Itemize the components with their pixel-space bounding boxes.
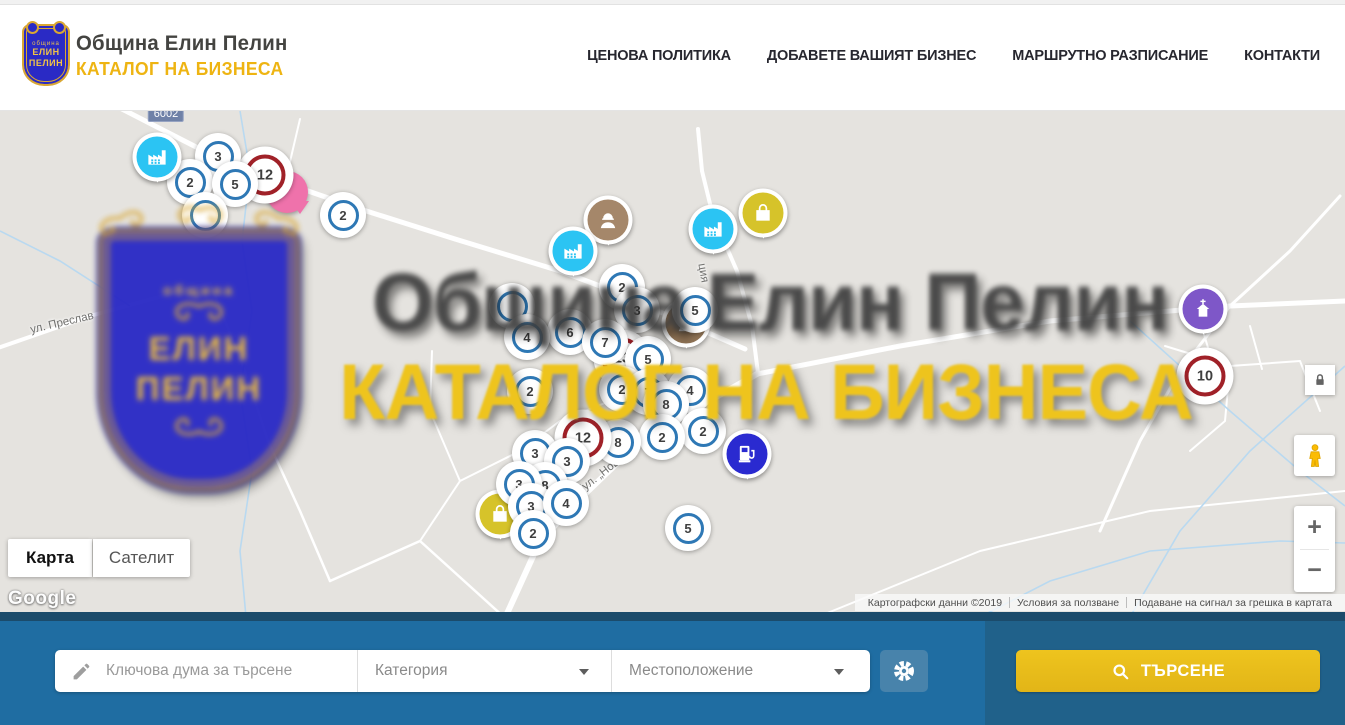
zoom-control: + − — [1294, 506, 1335, 592]
search-icon — [1111, 662, 1130, 681]
church-pin[interactable] — [1179, 285, 1228, 334]
header: община ЕЛИН ПЕЛИН Община Елин Пелин КАТА… — [0, 0, 1345, 111]
chevron-down-icon — [579, 669, 589, 680]
category-value: Категория — [375, 662, 447, 680]
cluster-marker[interactable]: 2 — [320, 192, 366, 238]
zoom-out-button[interactable]: − — [1294, 550, 1335, 593]
pegman-control[interactable] — [1294, 435, 1335, 476]
cluster-marker[interactable]: 2 — [510, 510, 556, 556]
municipality-logo[interactable]: община ЕЛИН ПЕЛИН — [22, 24, 70, 86]
cluster-marker[interactable]: 5 — [665, 505, 711, 551]
cluster-marker[interactable]: 2 — [680, 408, 726, 454]
cluster-marker[interactable]: 4 — [504, 314, 550, 360]
map-type-button[interactable]: Карта — [8, 539, 92, 577]
factory-pin[interactable] — [549, 227, 598, 276]
factory-pin[interactable] — [689, 205, 738, 254]
category-select[interactable]: Категория — [358, 650, 612, 692]
map-attribution: Картографски данни ©2019 Условия за полз… — [855, 594, 1345, 611]
factory-pin[interactable] — [133, 133, 182, 182]
location-value: Местоположение — [629, 662, 753, 680]
location-select[interactable]: Местоположение — [612, 650, 870, 692]
cluster-marker[interactable] — [182, 192, 228, 238]
page: община ЕЛИН ПЕЛИН Община Елин Пелин КАТА… — [0, 0, 1345, 725]
cluster-marker[interactable]: 10 — [1177, 348, 1234, 405]
cluster-marker[interactable]: 2 — [639, 414, 685, 460]
fuel-pin[interactable] — [723, 430, 772, 479]
pencil-icon — [71, 661, 92, 682]
keyword-input[interactable] — [104, 661, 357, 681]
search-bar: Категория Местоположение ТЪРСЕНЕ — [0, 612, 1345, 725]
keyword-section — [55, 650, 358, 692]
logo-name-line1: ЕЛИН — [32, 47, 59, 58]
nav-item-add-business[interactable]: ДОБАВЕТЕ ВАШИЯТ БИЗНЕС — [767, 48, 976, 64]
nav-item-contacts[interactable]: КОНТАКТИ — [1244, 48, 1320, 64]
cluster-marker[interactable]: 7 — [582, 319, 628, 365]
search-button[interactable]: ТЪРСЕНЕ — [1016, 650, 1320, 692]
site-title: Община Елин Пелин — [76, 32, 287, 56]
brand-block: Община Елин Пелин КАТАЛОГ НА БИЗНЕСА — [76, 32, 294, 80]
site-subtitle: КАТАЛОГ НА БИЗНЕСА — [76, 59, 287, 80]
gear-icon — [892, 659, 916, 683]
chevron-down-icon — [834, 669, 844, 680]
search-button-label: ТЪРСЕНЕ — [1141, 662, 1225, 681]
map-canvas[interactable]: 6002ул. Преславциябул. „Новосел 12325223… — [0, 111, 1345, 617]
search-bar-top-strip — [0, 612, 1345, 621]
nav-item-bus-schedule[interactable]: МАРШРУТНО РАЗПИСАНИЕ — [1012, 48, 1208, 64]
cluster-marker[interactable]: 2 — [507, 368, 553, 414]
main-nav: ЦЕНОВА ПОЛИТИКА ДОБАВЕТЕ ВАШИЯТ БИЗНЕС М… — [587, 0, 1320, 111]
nav-item-pricing[interactable]: ЦЕНОВА ПОЛИТИКА — [587, 48, 731, 64]
zoom-in-button[interactable]: + — [1294, 506, 1335, 549]
satellite-type-button[interactable]: Сателит — [93, 539, 190, 577]
attribution-data: Картографски данни ©2019 — [861, 597, 1009, 609]
google-logo[interactable]: Google — [8, 588, 76, 610]
lock-icon — [1312, 372, 1328, 388]
markers-layer: 12325223564137522748228123383342510 — [0, 111, 1345, 617]
pegman-icon — [1302, 441, 1328, 471]
cluster-marker[interactable]: 5 — [672, 287, 718, 333]
report-error-link[interactable]: Подаване на сигнал за грешка в картата — [1134, 597, 1332, 609]
advanced-settings-button[interactable] — [880, 650, 928, 692]
terms-link[interactable]: Условия за ползване — [1017, 597, 1119, 609]
lock-button[interactable] — [1305, 365, 1335, 395]
search-fields: Категория Местоположение — [55, 650, 870, 692]
logo-name-line2: ПЕЛИН — [29, 58, 63, 69]
bag-pin[interactable] — [739, 189, 788, 238]
